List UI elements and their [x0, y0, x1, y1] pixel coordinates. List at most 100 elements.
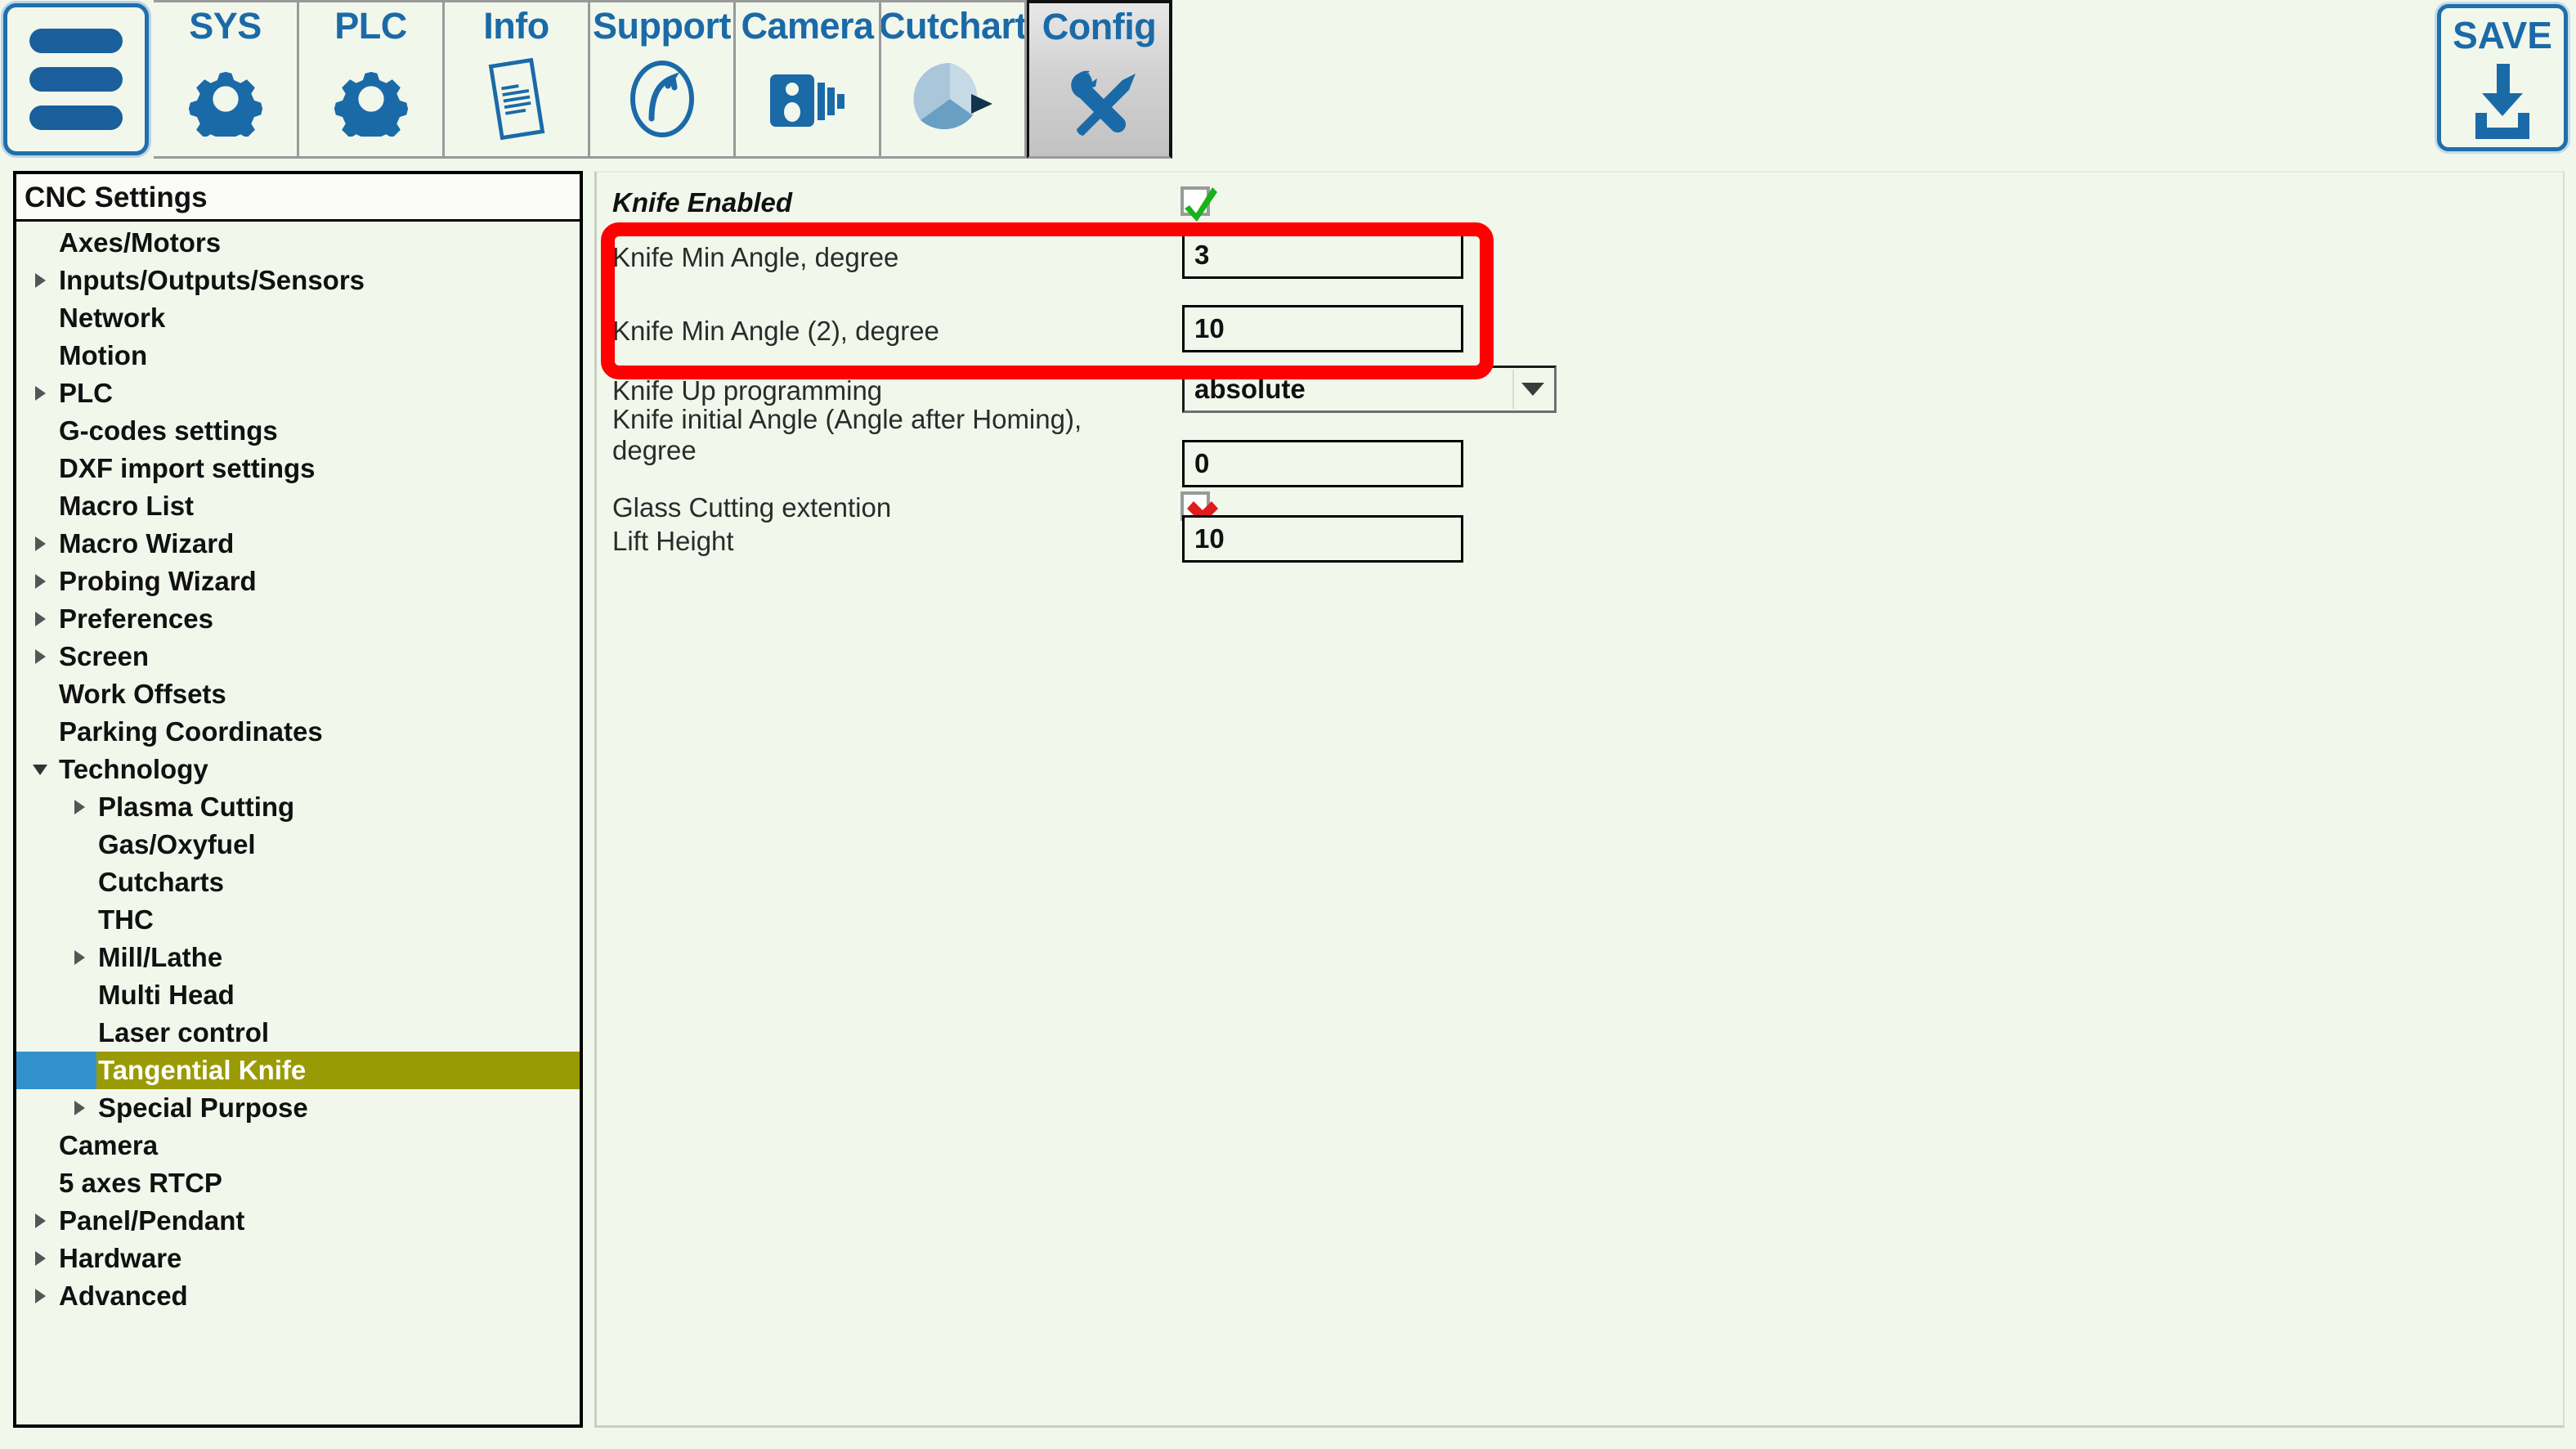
hamburger-line-3 [29, 105, 123, 130]
sidebar-item-g-codes-settings[interactable]: G-codes settings [16, 412, 580, 450]
sidebar-item-advanced[interactable]: Advanced [16, 1277, 580, 1315]
chevron-down-icon[interactable] [1512, 370, 1552, 409]
settings-tree: Axes/Motors Inputs/Outputs/Sensors Network… [16, 222, 580, 1315]
tab-plc-label: PLC [334, 5, 407, 47]
row-glass-cutting-extention: Glass Cutting extention [612, 492, 1185, 523]
label-knife-min-angle-2: Knife Min Angle (2), degree [612, 316, 939, 346]
gear-icon [181, 56, 271, 141]
tab-config-label: Config [1042, 6, 1157, 47]
sidebar-item-preferences[interactable]: Preferences [16, 600, 580, 638]
sidebar-item-camera[interactable]: Camera [16, 1127, 580, 1164]
tab-plc[interactable]: PLC [299, 0, 445, 159]
sidebar-item-plc[interactable]: PLC [16, 375, 580, 412]
sidebar-item-label: Mill/Lathe [98, 942, 223, 972]
sidebar-item-axes-motors[interactable]: Axes/Motors [16, 224, 580, 262]
sidebar-item-laser-control[interactable]: Laser control [16, 1014, 580, 1052]
chevron-right-icon[interactable] [28, 273, 52, 288]
tab-camera-label: Camera [741, 5, 874, 47]
label-knife-up-programming: Knife Up programming [612, 375, 883, 406]
tab-support[interactable]: Support [590, 0, 736, 159]
sidebar-item-label: Motion [59, 340, 148, 370]
sidebar-item-label: Special Purpose [98, 1092, 308, 1123]
sidebar-item-label: Probing Wizard [59, 566, 257, 596]
sidebar-item-probing-wizard[interactable]: Probing Wizard [16, 563, 580, 600]
save-button-label: SAVE [2453, 14, 2552, 56]
sidebar-item-label: THC [98, 904, 154, 935]
phone-dial-icon [617, 56, 707, 141]
tab-config[interactable]: Config [1027, 0, 1172, 159]
sidebar-item-cutcharts[interactable]: Cutcharts [16, 864, 580, 901]
sidebar-item-multi-head[interactable]: Multi Head [16, 976, 580, 1014]
sidebar-item-label: Inputs/Outputs/Sensors [59, 265, 365, 295]
tab-strip: SYS PLC Info Support Camera Cutchart Con… [0, 0, 1172, 159]
chevron-right-icon[interactable] [28, 386, 52, 401]
input-knife-initial-angle[interactable]: 0 [1182, 440, 1463, 487]
top-toolbar: SYS PLC Info Support Camera Cutchart Con… [0, 0, 2576, 159]
row-knife-up-programming: Knife Up programming [612, 375, 1185, 406]
sidebar-item-technology[interactable]: Technology [16, 751, 580, 788]
row-lift-height: Lift Height [612, 526, 1185, 557]
sidebar-item-label: Preferences [59, 603, 213, 634]
input-lift-height[interactable]: 10 [1182, 515, 1463, 563]
checkbox-knife-enabled[interactable] [1180, 186, 1217, 222]
sidebar-item-screen[interactable]: Screen [16, 638, 580, 675]
chevron-right-icon[interactable] [28, 649, 52, 664]
row-knife-initial-angle: Knife initial Angle (Angle after Homing)… [612, 404, 1119, 466]
sidebar-item-thc[interactable]: THC [16, 901, 580, 939]
sidebar-item-label: Multi Head [98, 980, 235, 1010]
chevron-right-icon[interactable] [28, 574, 52, 589]
row-knife-min-angle: Knife Min Angle, degree [612, 242, 1185, 273]
chevron-right-icon[interactable] [28, 536, 52, 551]
row-knife-enabled: Knife Enabled [612, 187, 1185, 218]
sidebar-item-label: Axes/Motors [59, 227, 222, 258]
sidebar-selection-indent [16, 1052, 96, 1089]
input-knife-min-angle[interactable]: 3 [1182, 231, 1463, 279]
sidebar-item-work-offsets[interactable]: Work Offsets [16, 675, 580, 713]
hamburger-line-1 [29, 29, 123, 53]
sidebar-item-label: Camera [59, 1130, 159, 1160]
sidebar-item-hardware[interactable]: Hardware [16, 1240, 580, 1277]
chevron-down-icon[interactable] [28, 764, 52, 775]
sidebar-item-gas-oxyfuel[interactable]: Gas/Oxyfuel [16, 826, 580, 864]
chevron-right-icon[interactable] [28, 612, 52, 626]
sidebar-item-macro-wizard[interactable]: Macro Wizard [16, 525, 580, 563]
tab-support-label: Support [593, 5, 731, 47]
label-knife-initial-angle: Knife initial Angle (Angle after Homing)… [612, 404, 1082, 465]
sidebar-item-tangential-knife[interactable]: Tangential Knife [16, 1052, 580, 1089]
sidebar-item-mill-lathe[interactable]: Mill/Lathe [16, 939, 580, 976]
chevron-right-icon[interactable] [67, 950, 92, 965]
tab-camera[interactable]: Camera [736, 0, 881, 159]
sidebar-item-label: Gas/Oxyfuel [98, 829, 256, 859]
chevron-right-icon[interactable] [67, 1101, 92, 1115]
sidebar-item-label: Macro List [59, 491, 195, 521]
sidebar-item-dxf-import-settings[interactable]: DXF import settings [16, 450, 580, 487]
sidebar-item-5-axes-rtcp[interactable]: 5 axes RTCP [16, 1164, 580, 1202]
sidebar-item-panel-pendant[interactable]: Panel/Pendant [16, 1202, 580, 1240]
tab-cutchart[interactable]: Cutchart [881, 0, 1027, 159]
sidebar-item-parking-coordinates[interactable]: Parking Coordinates [16, 713, 580, 751]
sidebar-item-label: PLC [59, 378, 113, 408]
sidebar-item-label: Technology [59, 754, 208, 784]
sidebar-item-special-purpose[interactable]: Special Purpose [16, 1089, 580, 1127]
sidebar-item-network[interactable]: Network [16, 299, 580, 337]
select-knife-up-programming[interactable]: absolute [1182, 366, 1557, 413]
chevron-right-icon[interactable] [28, 1289, 52, 1303]
sidebar-item-label: Laser control [98, 1017, 270, 1047]
sidebar-item-label: 5 axes RTCP [59, 1168, 222, 1198]
sidebar-item-macro-list[interactable]: Macro List [16, 487, 580, 525]
save-button[interactable]: SAVE [2437, 4, 2568, 151]
sidebar-item-label: DXF import settings [59, 453, 316, 483]
sidebar-title: CNC Settings [16, 174, 580, 222]
chevron-right-icon[interactable] [28, 1251, 52, 1266]
hamburger-menu-button[interactable] [3, 3, 149, 155]
chevron-right-icon[interactable] [67, 800, 92, 814]
tab-sys[interactable]: SYS [154, 0, 299, 159]
tab-info[interactable]: Info [445, 0, 590, 159]
sidebar-item-label: Network [59, 303, 166, 333]
tab-info-label: Info [483, 5, 549, 47]
sidebar-item-plasma-cutting[interactable]: Plasma Cutting [16, 788, 580, 826]
sidebar-item-inputs-outputs-sensors[interactable]: Inputs/Outputs/Sensors [16, 262, 580, 299]
chevron-right-icon[interactable] [28, 1213, 52, 1228]
sidebar-item-motion[interactable]: Motion [16, 337, 580, 375]
input-knife-min-angle-2[interactable]: 10 [1182, 305, 1463, 352]
